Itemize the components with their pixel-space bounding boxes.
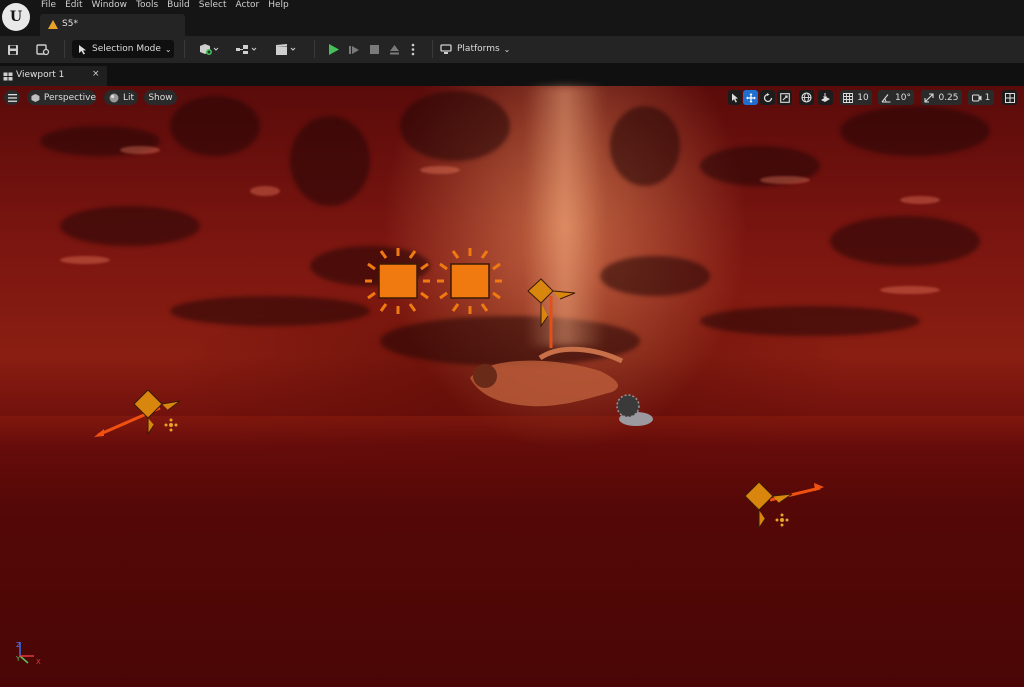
spot-light-icon[interactable] xyxy=(527,278,576,348)
stop-icon xyxy=(369,45,379,54)
viewport-icon xyxy=(3,72,13,81)
reflection-capture-icon[interactable] xyxy=(616,394,653,426)
platforms-icon xyxy=(440,43,452,54)
menu-window[interactable]: Window xyxy=(91,0,136,12)
add-actor-button[interactable] xyxy=(195,36,223,63)
play-icon xyxy=(328,44,339,55)
more-options-icon xyxy=(411,43,415,56)
step-icon xyxy=(349,45,359,54)
right-spot-light-icon[interactable] xyxy=(744,481,824,530)
save-icon xyxy=(8,44,18,55)
close-icon[interactable]: × xyxy=(92,69,100,79)
main-menu: File Edit Window Tools Build Select Acto… xyxy=(40,0,297,12)
eject-icon xyxy=(389,45,399,55)
level-tab[interactable]: S5* xyxy=(40,14,185,36)
menu-tools[interactable]: Tools xyxy=(135,0,166,12)
directional-light-icon[interactable] xyxy=(365,248,430,314)
axis-gizmo xyxy=(19,642,34,664)
save-button[interactable] xyxy=(4,36,22,63)
axis-y-label: Y xyxy=(16,655,21,663)
menu-edit[interactable]: Edit xyxy=(64,0,90,12)
level-tab-name: S5* xyxy=(62,19,78,29)
content-browser-button[interactable] xyxy=(33,36,53,63)
toolbar-separator xyxy=(184,40,185,58)
axis-z-label: Z xyxy=(16,641,21,649)
browse-icon xyxy=(36,44,50,56)
selection-mode-dropdown[interactable]: Selection Mode ⌄ xyxy=(72,40,174,58)
toolbar-separator xyxy=(64,40,65,58)
play-options-button[interactable] xyxy=(406,36,420,63)
chevron-down-icon: ⌄ xyxy=(503,44,511,54)
toolbar-separator xyxy=(314,40,315,58)
play-button[interactable] xyxy=(324,36,342,63)
eject-button[interactable] xyxy=(386,36,402,63)
advance-frame-button[interactable] xyxy=(346,36,362,63)
cursor-icon xyxy=(79,45,86,55)
axis-x-label: X xyxy=(36,658,41,666)
viewport-tab[interactable]: Viewport 1 × xyxy=(0,66,107,86)
chevron-down-icon: ⌄ xyxy=(164,44,172,54)
platforms-dropdown[interactable]: Platforms ⌄ xyxy=(440,40,510,58)
menu-file[interactable]: File xyxy=(40,0,64,12)
scene-overlay xyxy=(19,248,824,664)
left-spot-light-icon[interactable] xyxy=(94,389,181,437)
menu-select[interactable]: Select xyxy=(198,0,235,12)
sky-light-icon[interactable] xyxy=(437,248,502,314)
platforms-label: Platforms xyxy=(457,44,500,54)
unreal-logo-icon[interactable]: U xyxy=(2,3,30,31)
level-warning-icon xyxy=(48,20,58,29)
viewport-tab-bar xyxy=(0,63,1024,86)
menu-build[interactable]: Build xyxy=(166,0,198,12)
blueprint-button[interactable] xyxy=(233,36,261,63)
menu-help[interactable]: Help xyxy=(267,0,297,12)
add-actor-icon xyxy=(200,44,219,55)
toolbar-separator xyxy=(432,40,433,58)
cinematics-button[interactable] xyxy=(272,36,300,63)
clapper-icon xyxy=(276,44,296,55)
blueprint-icon xyxy=(236,45,257,54)
menu-actor[interactable]: Actor xyxy=(235,0,268,12)
swimmer-character[interactable] xyxy=(470,346,624,407)
stop-button[interactable] xyxy=(366,36,382,63)
selection-mode-label: Selection Mode xyxy=(92,44,161,54)
viewport-tab-name: Viewport 1 xyxy=(16,70,65,80)
menu-bar: U File Edit Window Tools Build Select Ac… xyxy=(0,0,1024,36)
